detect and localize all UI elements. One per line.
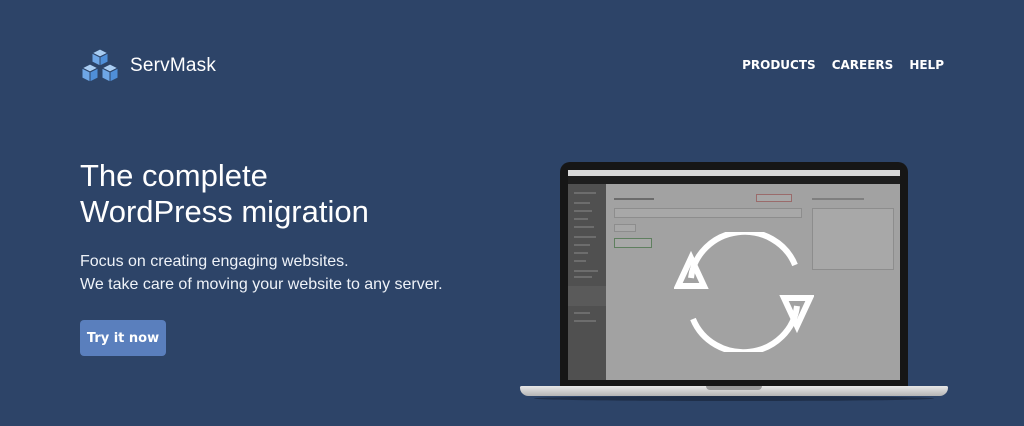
nav-careers[interactable]: CAREERS	[832, 58, 894, 72]
hero-title-line-1: The complete	[80, 158, 268, 193]
stacked-cubes-icon	[80, 48, 120, 83]
hero-title: The complete WordPress migration	[80, 158, 369, 230]
laptop-shadow	[534, 396, 934, 401]
sync-arrows-icon	[674, 232, 814, 352]
hero-title-line-2: WordPress migration	[80, 194, 369, 229]
nav-help[interactable]: HELP	[909, 58, 944, 72]
brand-name: ServMask	[130, 55, 217, 76]
laptop-notch	[706, 386, 762, 390]
hero-subtitle: Focus on creating engaging websites. We …	[80, 250, 443, 296]
try-it-now-button[interactable]: Try it now	[80, 320, 166, 356]
main-nav: PRODUCTS CAREERS HELP	[742, 58, 944, 72]
laptop-illustration	[520, 162, 948, 402]
hero-subtitle-line-1: Focus on creating engaging websites.	[80, 253, 349, 270]
wp-admin-bar	[568, 176, 900, 184]
laptop-screen	[568, 170, 900, 380]
laptop-screen-bezel	[560, 162, 908, 386]
brand-logo[interactable]: ServMask	[80, 48, 216, 84]
nav-products[interactable]: PRODUCTS	[742, 58, 816, 72]
hero-subtitle-line-2: We take care of moving your website to a…	[80, 276, 443, 293]
